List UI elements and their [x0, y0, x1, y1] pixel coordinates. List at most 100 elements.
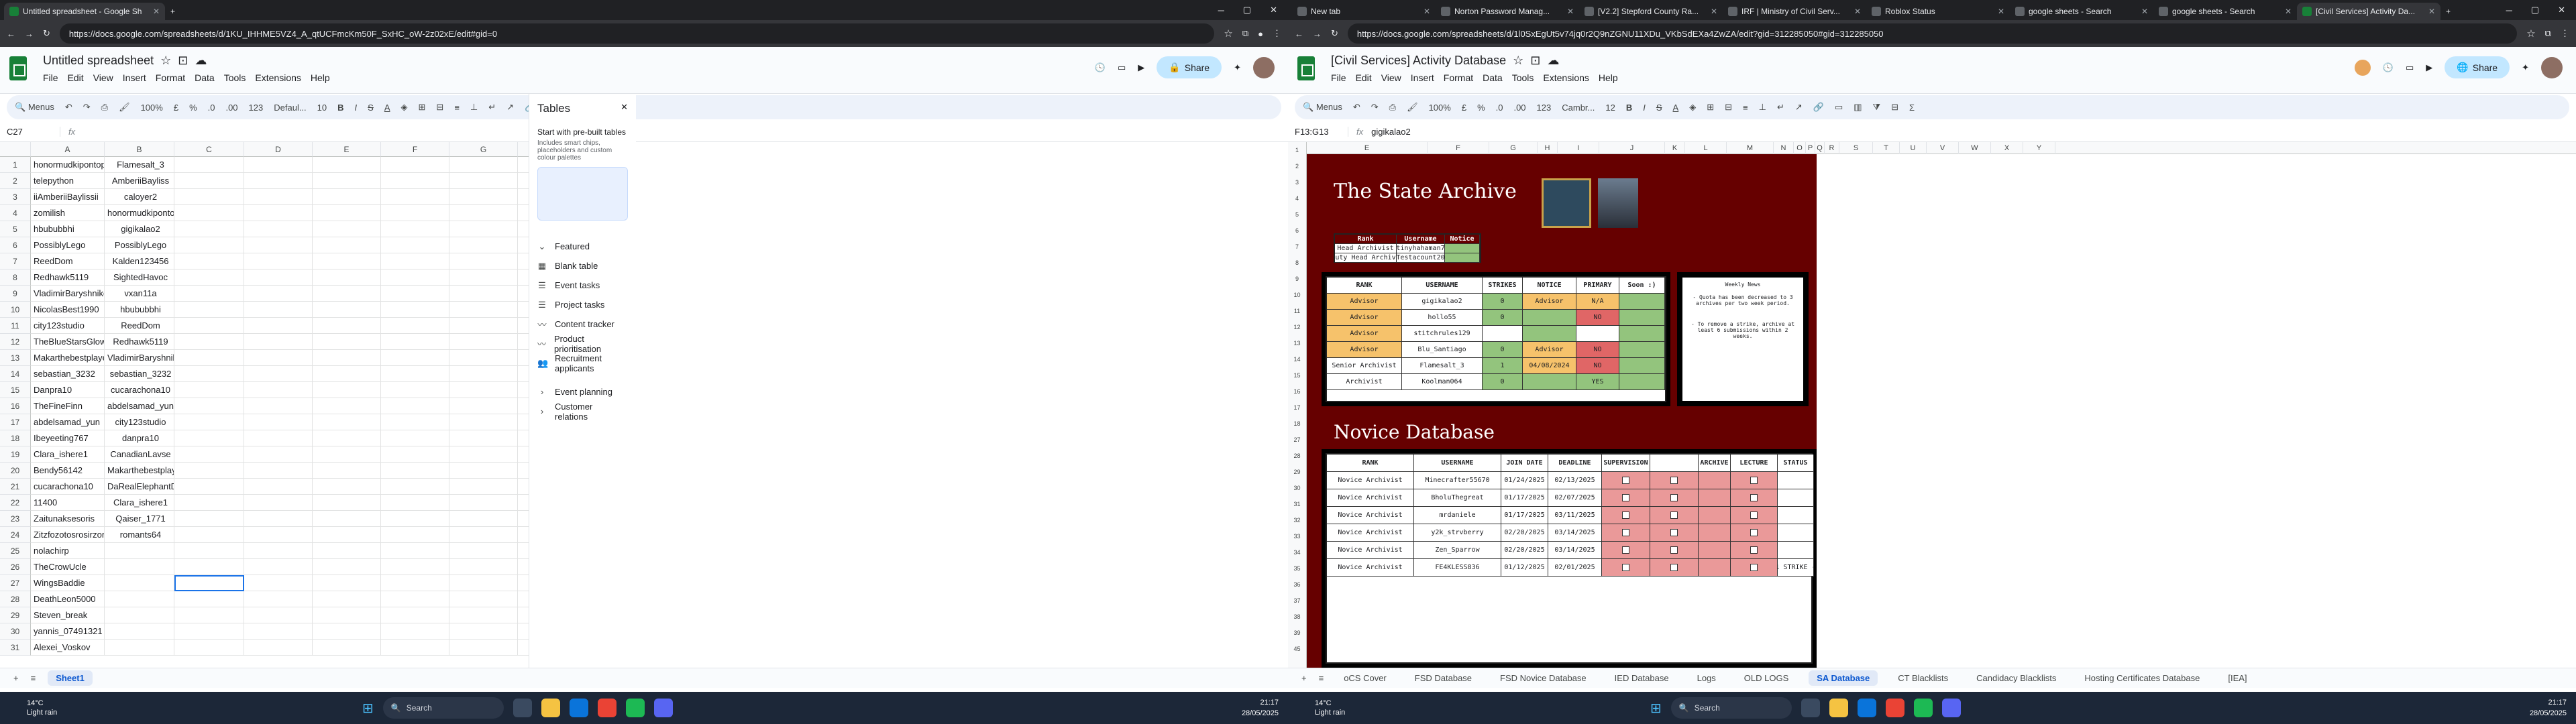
archivist-cell[interactable]: gigikalao2 — [1402, 294, 1483, 310]
row-header[interactable]: 2 — [1288, 158, 1306, 174]
grid-cell[interactable]: TheCrowUcle — [31, 559, 105, 575]
grid-cell[interactable] — [313, 382, 381, 398]
close-window-icon[interactable]: ✕ — [1270, 5, 1277, 15]
insert-comment-icon[interactable]: ▭ — [1835, 102, 1843, 113]
archivist-cell[interactable] — [1619, 294, 1665, 310]
grid-cell[interactable] — [313, 527, 381, 543]
checkbox[interactable] — [1670, 511, 1678, 519]
novice-username[interactable]: Minecrafter55670 — [1414, 472, 1501, 489]
grid-cell[interactable] — [174, 157, 244, 173]
row-header[interactable]: 15 — [0, 382, 31, 398]
project-tasks-item[interactable]: ☰ Project tasks — [537, 295, 628, 314]
row-header[interactable]: 3 — [0, 189, 31, 205]
taskbar-search[interactable]: 🔍 Search — [382, 697, 504, 719]
rank-dropdown[interactable]: Senior Archivist — [1327, 358, 1402, 374]
print-icon[interactable]: ⎙ — [1389, 102, 1396, 113]
grid-cell[interactable] — [313, 414, 381, 430]
grid-cell[interactable] — [381, 253, 449, 269]
all-sheets-icon[interactable]: ≡ — [31, 673, 36, 683]
rotate-icon[interactable]: ↗ — [1795, 102, 1803, 113]
join-date[interactable]: 01/24/2025 — [1501, 472, 1548, 489]
row-header[interactable]: 11 — [1288, 303, 1306, 319]
archivist-cell[interactable]: N/A — [1576, 294, 1619, 310]
row-header[interactable]: 21 — [0, 479, 31, 495]
archive-count-cell[interactable] — [1699, 542, 1731, 559]
grid-cell[interactable] — [174, 286, 244, 302]
archivist-cell[interactable] — [1523, 310, 1576, 326]
grid-cell[interactable] — [313, 511, 381, 527]
column-header[interactable]: Y — [2023, 142, 2055, 154]
menu-tools[interactable]: Tools — [1512, 72, 1534, 83]
name-box[interactable]: C27 — [0, 127, 60, 137]
grid-cell[interactable] — [244, 398, 313, 414]
menu-format[interactable]: Format — [156, 72, 185, 83]
grid-cell[interactable]: caloyer2 — [105, 189, 174, 205]
grid-cell[interactable] — [449, 591, 518, 607]
row-header[interactable]: 4 — [1288, 190, 1306, 206]
grid-cell[interactable] — [244, 173, 313, 189]
checkbox[interactable] — [1750, 529, 1758, 536]
fill-color-icon[interactable]: ◈ — [1689, 102, 1696, 113]
archive-count-cell[interactable] — [1699, 489, 1731, 507]
novice-rank-dropdown[interactable]: Novice Archivist — [1327, 507, 1414, 524]
search-menus-button[interactable]: 🔍 Menus — [15, 102, 54, 113]
grid-cell[interactable] — [174, 511, 244, 527]
undo-icon[interactable]: ↶ — [65, 102, 72, 113]
grid-cell[interactable]: Alexei_Voskov — [31, 640, 105, 656]
row-header[interactable]: 13 — [1288, 335, 1306, 351]
spotify-icon[interactable] — [1913, 699, 1933, 717]
menu-help[interactable]: Help — [311, 72, 330, 83]
row-header[interactable]: 27 — [1288, 432, 1306, 448]
doc-title[interactable]: [Civil Services] Activity Database — [1331, 54, 1506, 68]
new-tab-button[interactable]: + — [2440, 3, 2461, 20]
font-select[interactable]: Defaul... — [274, 103, 306, 113]
close-tab-icon[interactable]: ✕ — [1567, 7, 1574, 16]
column-header[interactable]: I — [1558, 142, 1599, 154]
grid-cell[interactable]: hbububbhi — [105, 302, 174, 318]
leaders-cell[interactable]: Testacount20 — [1397, 253, 1445, 263]
gemini-icon[interactable]: ✦ — [2522, 62, 2529, 73]
grid-cell[interactable] — [244, 414, 313, 430]
grid-cell[interactable]: Qaiser_1771 — [105, 511, 174, 527]
bookmark-star-icon[interactable]: ☆ — [2526, 27, 2535, 40]
grid-cell[interactable] — [381, 286, 449, 302]
grid-cell[interactable]: iiAmberiiBaylissii — [31, 189, 105, 205]
grid-cell[interactable] — [174, 446, 244, 463]
row-header[interactable]: 12 — [0, 334, 31, 350]
archive-cell[interactable] — [1650, 507, 1699, 524]
grid-cell[interactable] — [244, 591, 313, 607]
grid-cell[interactable] — [449, 157, 518, 173]
row-header[interactable]: 39 — [1288, 625, 1306, 641]
grid-cell[interactable] — [518, 173, 529, 189]
column-header[interactable]: B — [105, 142, 174, 157]
reload-icon[interactable]: ↻ — [43, 28, 50, 39]
column-header[interactable]: J — [1599, 142, 1665, 154]
grid-cell[interactable] — [381, 366, 449, 382]
browser-tab[interactable]: google sheets - Search ✕ — [2153, 3, 2297, 20]
row-header[interactable]: 35 — [1288, 560, 1306, 577]
grid-cell[interactable] — [244, 446, 313, 463]
grid-cell[interactable] — [381, 623, 449, 640]
browser-tab[interactable]: Norton Password Manag... ✕ — [1436, 3, 1579, 20]
archivist-cell[interactable] — [1619, 310, 1665, 326]
menu-insert[interactable]: Insert — [123, 72, 146, 83]
grid-cell[interactable] — [174, 623, 244, 640]
browser-menu-icon[interactable]: ⋮ — [2561, 28, 2569, 39]
discord-icon[interactable] — [653, 699, 673, 717]
column-header[interactable]: G — [449, 142, 518, 157]
grid-cell[interactable] — [449, 189, 518, 205]
row-header[interactable]: 5 — [1288, 206, 1306, 223]
grid-cell[interactable] — [518, 640, 529, 656]
checkbox[interactable] — [1750, 477, 1758, 484]
task-view-icon[interactable] — [513, 699, 532, 717]
file-explorer-icon[interactable] — [1829, 699, 1848, 717]
grid-cell[interactable] — [174, 382, 244, 398]
number-format-button[interactable]: 123 — [249, 103, 264, 113]
archive-cell[interactable] — [1650, 489, 1699, 507]
column-header[interactable]: F — [1428, 142, 1489, 154]
grid-cell[interactable] — [313, 157, 381, 173]
grid-cell[interactable] — [381, 382, 449, 398]
grid-cell[interactable] — [518, 205, 529, 221]
grid-cell[interactable] — [381, 591, 449, 607]
grid-cell[interactable] — [381, 173, 449, 189]
